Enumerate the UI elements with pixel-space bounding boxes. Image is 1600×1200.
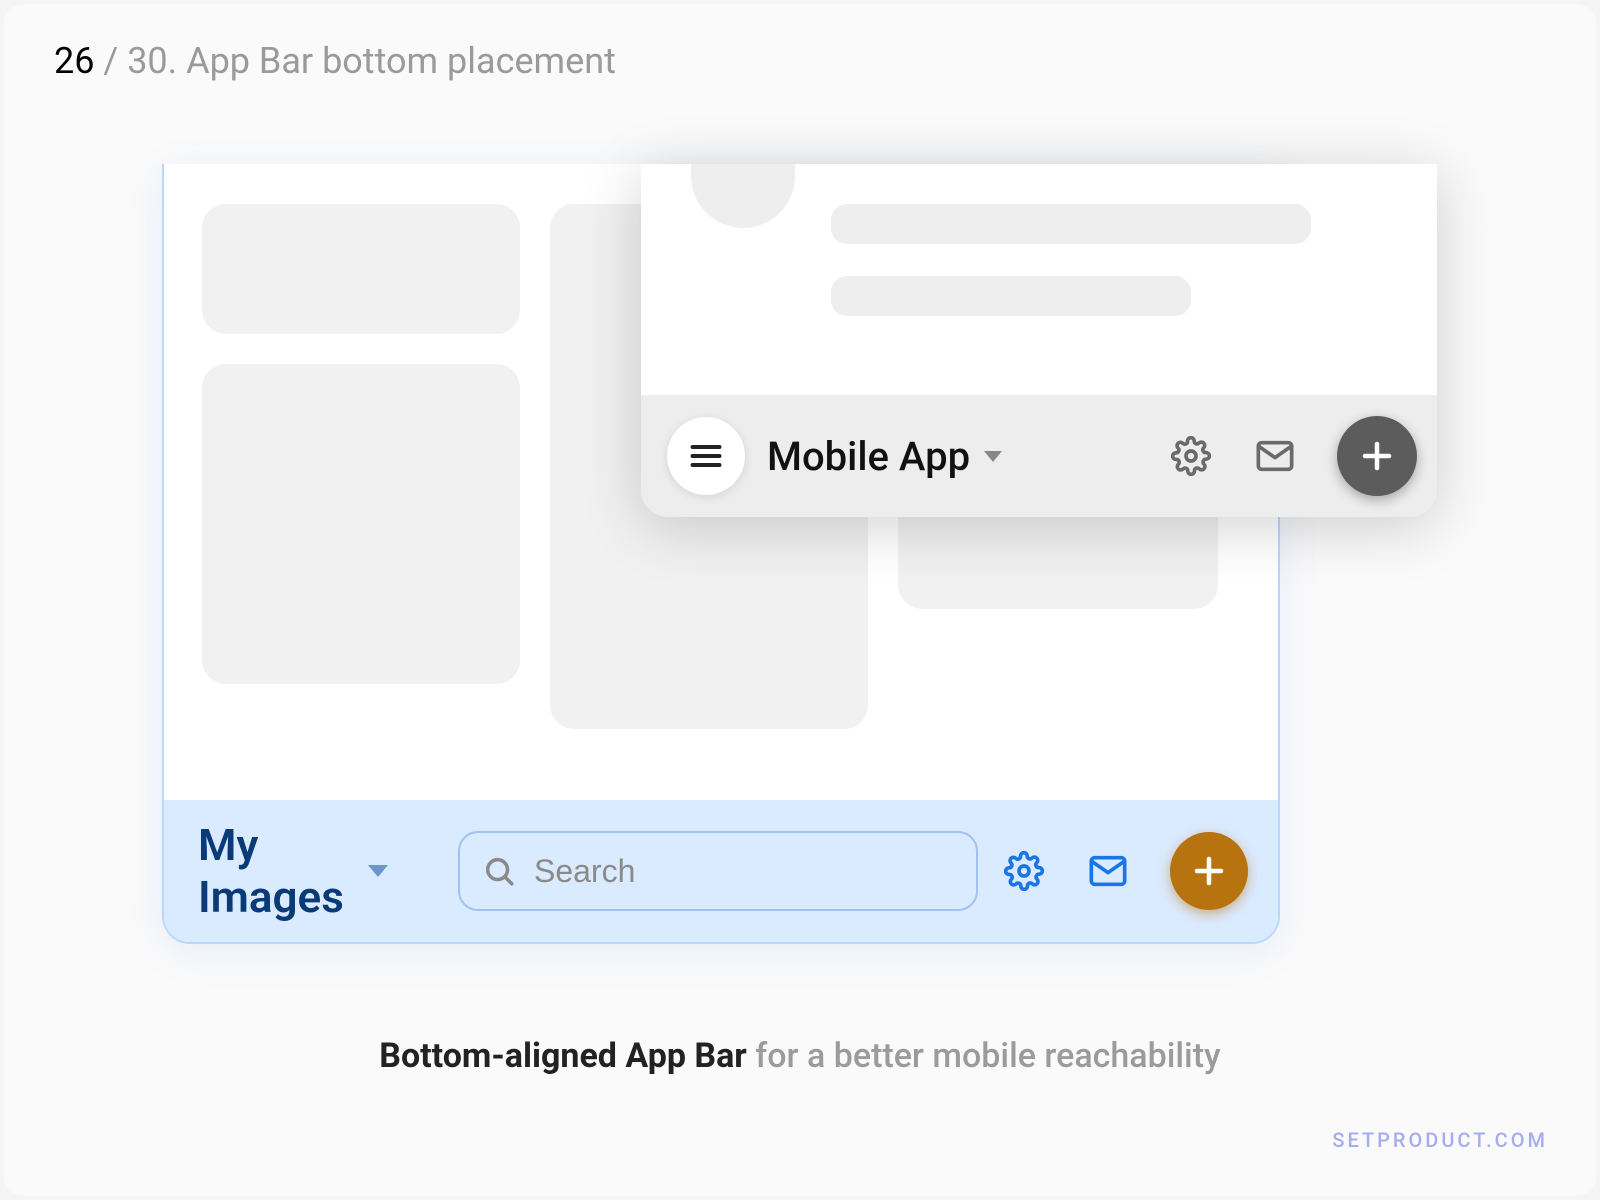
mobile-frame-grey: Mobile App xyxy=(641,164,1437,517)
slide-total: 30 xyxy=(127,40,167,82)
bottom-app-bar-blue: My Images xyxy=(164,800,1278,942)
app-title-dropdown[interactable]: Mobile App xyxy=(767,433,1002,480)
search-input[interactable] xyxy=(534,853,954,890)
search-icon xyxy=(482,854,516,888)
caption: Bottom-aligned App Bar for a better mobi… xyxy=(4,1036,1596,1076)
slide-counter: 26 / 30. App Bar bottom placement xyxy=(54,40,616,82)
mail-button[interactable] xyxy=(1253,434,1297,478)
mail-icon xyxy=(1088,851,1128,891)
chevron-down-icon xyxy=(984,451,1002,462)
app-title-label: My Images xyxy=(198,819,354,923)
gear-icon xyxy=(1004,851,1044,891)
watermark: SETPRODUCT.COM xyxy=(1332,1128,1548,1152)
menu-button[interactable] xyxy=(667,417,745,495)
mail-button[interactable] xyxy=(1086,849,1130,893)
fab-add-button[interactable] xyxy=(1337,416,1417,496)
hamburger-icon xyxy=(688,438,724,474)
caption-light: for a better mobile reachability xyxy=(755,1036,1221,1076)
settings-button[interactable] xyxy=(1002,849,1046,893)
text-placeholder xyxy=(831,276,1191,316)
caption-bold: Bottom-aligned App Bar xyxy=(379,1036,746,1076)
plus-icon xyxy=(1359,438,1395,474)
content-area xyxy=(641,164,1437,394)
bottom-app-bar-grey: Mobile App xyxy=(641,395,1437,517)
settings-button[interactable] xyxy=(1169,434,1213,478)
fab-add-button[interactable] xyxy=(1170,832,1248,910)
image-placeholder xyxy=(202,204,520,334)
slide-current: 26 xyxy=(54,40,94,82)
mail-icon xyxy=(1255,436,1295,476)
text-placeholder xyxy=(831,204,1311,244)
chevron-down-icon xyxy=(368,865,388,877)
search-field[interactable] xyxy=(458,831,978,911)
plus-icon xyxy=(1191,853,1227,889)
gear-icon xyxy=(1171,436,1211,476)
slide-title: App Bar bottom placement xyxy=(186,40,616,82)
app-title-label: Mobile App xyxy=(767,433,970,480)
app-title-dropdown[interactable]: My Images xyxy=(198,819,388,923)
avatar-placeholder xyxy=(691,164,795,228)
image-placeholder xyxy=(202,364,520,684)
